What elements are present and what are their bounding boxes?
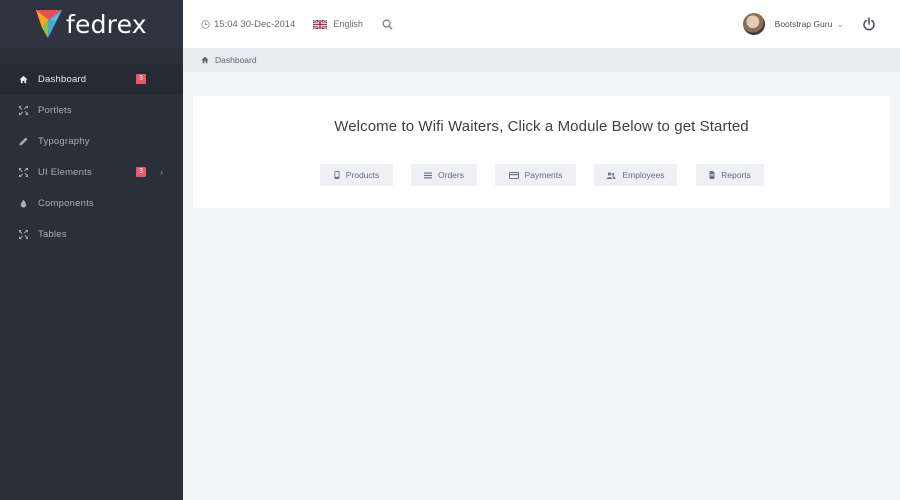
chevron-right-icon: ›	[160, 167, 163, 177]
sidebar-item-typography[interactable]: Typography	[0, 126, 183, 157]
employees-button[interactable]: Employees	[594, 164, 677, 186]
sidebar-item-label: Portlets	[38, 105, 72, 116]
breadcrumb-current[interactable]: Dashboard	[215, 55, 257, 65]
sidebar-item-label: Components	[38, 198, 94, 209]
document-icon	[709, 171, 715, 179]
module-button-group: Products Orders Payments Employees Repor…	[193, 164, 890, 186]
datetime-text: 15:04 30-Dec-2014	[214, 18, 296, 30]
expand-icon	[18, 168, 28, 178]
sidebar-item-dashboard[interactable]: Dashboard 3	[0, 64, 183, 95]
datetime-display: 15:04 30-Dec-2014	[201, 19, 295, 30]
uk-flag-icon	[313, 19, 328, 29]
search-button[interactable]	[381, 17, 395, 31]
sidebar: fedrex Dashboard 3 Portlets Typography U…	[0, 0, 183, 500]
products-button[interactable]: Products	[320, 164, 393, 186]
sidebar-item-label: Typography	[38, 136, 90, 147]
sidebar-item-ui-elements[interactable]: UI Elements 3 ›	[0, 157, 183, 188]
home-icon	[201, 56, 209, 64]
card-icon	[508, 171, 519, 179]
pencil-icon	[18, 137, 28, 147]
breadcrumb: Dashboard	[183, 48, 900, 72]
module-label: Reports	[721, 170, 751, 180]
language-selector[interactable]: English	[313, 19, 363, 29]
search-icon	[382, 19, 393, 30]
notification-badge: 3	[136, 167, 146, 177]
welcome-panel: Welcome to Wifi Waiters, Click a Module …	[193, 96, 890, 208]
list-icon	[424, 172, 432, 178]
brand-name: fedrex	[66, 9, 147, 39]
top-header: 15:04 30-Dec-2014 English Bootstrap Guru…	[183, 0, 900, 48]
sidebar-item-label: Dashboard	[38, 74, 87, 85]
orders-button[interactable]: Orders	[411, 164, 477, 186]
user-name: Bootstrap Guru	[774, 19, 833, 29]
sidebar-item-tables[interactable]: Tables	[0, 219, 183, 250]
sidebar-item-label: Tables	[38, 229, 67, 240]
expand-icon	[18, 106, 28, 116]
module-label: Payments	[524, 170, 563, 180]
home-icon	[18, 75, 28, 85]
sidebar-nav: Dashboard 3 Portlets Typography UI Eleme…	[0, 64, 183, 250]
drop-icon	[18, 199, 28, 209]
notification-badge: 3	[136, 74, 146, 84]
fedrex-logo-icon	[36, 10, 62, 38]
sidebar-item-components[interactable]: Components	[0, 188, 183, 219]
chevron-down-icon: ⌄	[837, 19, 844, 29]
user-menu[interactable]: Bootstrap Guru ⌄	[742, 13, 844, 35]
power-icon	[863, 17, 875, 31]
clock-icon	[201, 19, 210, 29]
reports-button[interactable]: Reports	[696, 164, 764, 186]
users-icon	[606, 171, 616, 179]
avatar	[742, 13, 765, 35]
payments-button[interactable]: Payments	[495, 164, 576, 186]
logo[interactable]: fedrex	[0, 0, 183, 48]
module-label: Employees	[622, 170, 665, 180]
phone-icon	[334, 171, 340, 179]
sidebar-item-portlets[interactable]: Portlets	[0, 95, 183, 126]
page-title: Welcome to Wifi Waiters, Click a Module …	[334, 118, 749, 135]
logout-button[interactable]	[862, 17, 876, 31]
expand-icon	[18, 230, 28, 240]
module-label: Orders	[438, 170, 464, 180]
language-label: English	[333, 19, 363, 29]
module-label: Products	[345, 170, 380, 180]
